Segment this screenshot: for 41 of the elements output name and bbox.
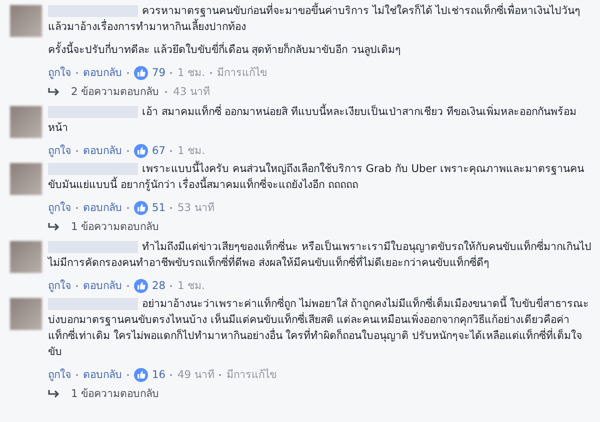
reply-link[interactable]: ตอบกลับ xyxy=(83,65,122,81)
like-count: 67 xyxy=(152,144,166,159)
avatar[interactable] xyxy=(10,241,42,273)
edited-link[interactable]: มีการแก้ไข xyxy=(216,65,267,81)
thumbs-up-icon xyxy=(134,201,148,215)
reply-link[interactable]: ตอบกลับ xyxy=(83,143,122,159)
like-count: 79 xyxy=(152,66,166,81)
reply-link[interactable]: ตอบกลับ xyxy=(83,278,122,294)
avatar[interactable] xyxy=(10,5,42,37)
replies-link[interactable]: 1 ข้อความตอบกลับ xyxy=(71,386,160,402)
like-link[interactable]: ถูกใจ xyxy=(48,143,71,159)
avatar[interactable] xyxy=(10,298,42,330)
replies-link[interactable]: 2 ข้อความตอบกลับ xyxy=(71,84,160,100)
timestamp[interactable]: 1 ชม. xyxy=(177,143,205,159)
like-count: 16 xyxy=(152,368,166,383)
reply-link[interactable]: ตอบกลับ xyxy=(83,200,122,216)
thumbs-up-icon xyxy=(134,368,148,382)
timestamp[interactable]: 1 ชม. xyxy=(177,278,205,294)
timestamp[interactable]: 49 นาที xyxy=(177,367,214,383)
thumbs-up-icon xyxy=(134,279,148,293)
edited-link[interactable]: มีการแก้ไข xyxy=(226,367,276,383)
like-link[interactable]: ถูกใจ xyxy=(48,278,71,294)
like-link[interactable]: ถูกใจ xyxy=(48,367,71,383)
like-link[interactable]: ถูกใจ xyxy=(48,65,71,81)
reply-link[interactable]: ตอบกลับ xyxy=(83,367,122,383)
like-link[interactable]: ถูกใจ xyxy=(48,200,71,216)
timestamp[interactable]: 1 ชม. xyxy=(177,65,205,81)
like-count: 28 xyxy=(152,279,166,294)
comment-text: ครั้งนี้จะปรับกี่บาทดีละ แล้วยึดใบขับขี่กี่เดือน สุดท้ายก็กลับมาขับอีก วนลูปเดิมๆ xyxy=(48,42,592,58)
avatar[interactable] xyxy=(10,163,42,195)
timestamp[interactable]: 53 นาที xyxy=(177,200,214,216)
reply-arrow-icon xyxy=(48,222,60,232)
like-count: 51 xyxy=(152,201,166,216)
timestamp: 43 นาที xyxy=(173,85,210,100)
replies-link[interactable]: 1 ข้อความตอบกลับ xyxy=(71,219,160,235)
reply-arrow-icon xyxy=(48,87,60,97)
comment-text: ทำไมถึงมีแต่ข่าวเสียๆของแท็กซี่นะ หรือเป็นเพราะเรามีใบอนุญาตขับรถให้กับคนขับแท็กซี่มากเกินไป ไม่มีการคัดกรองคนทำอาชีพขับรถแท็กซี่ที่ดีพอ ส่งผลให้มีคนขับแท็กซี่ที่ไม่ดีเยอะกว่าคนขับแท็กซี่ดีๆ xyxy=(48,239,592,271)
thumbs-up-icon xyxy=(134,66,148,80)
avatar[interactable] xyxy=(10,106,42,138)
thumbs-up-icon xyxy=(134,144,148,158)
reply-arrow-icon xyxy=(48,389,60,399)
